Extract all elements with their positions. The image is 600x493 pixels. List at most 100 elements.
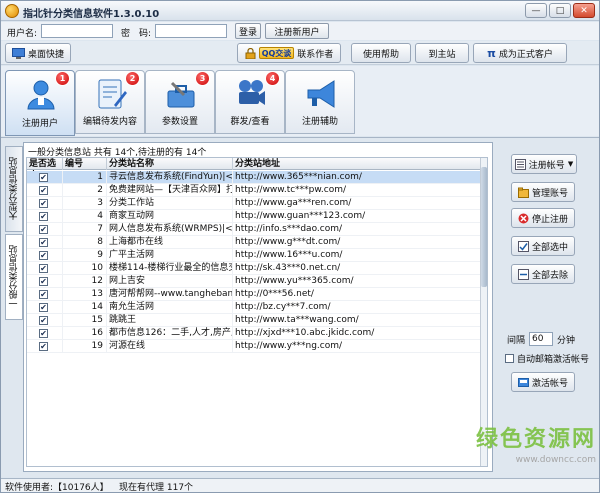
- table-row[interactable]: ✔ 10 楼梯114-楼梯行业最全的信息交流 http://sk.43***0.net…: [27, 262, 482, 275]
- table-row[interactable]: ✔ 13唐河帮帮网--www.tanghebangbanghttp://0***5…: [27, 288, 482, 301]
- pi-icon: π: [487, 46, 496, 60]
- row-checkbox-cell: ✔: [27, 262, 63, 275]
- row-checkbox[interactable]: ✔: [39, 225, 48, 234]
- row-checkbox-cell: ✔: [27, 184, 63, 197]
- vertical-scrollbar[interactable]: [480, 158, 487, 466]
- row-site-name: 网人信息发布系统(WRMPS)|<<最卷: [109, 223, 233, 236]
- table-row[interactable]: ✔ 14 南允生活网 http://bz.cy***7.com/: [27, 301, 482, 314]
- table-row[interactable]: ✔ 19 河源在线 http://www.y***ng.com/: [27, 340, 482, 353]
- contact-author-button[interactable]: QQ交谈 联系作者: [237, 43, 341, 63]
- password-input[interactable]: [155, 24, 227, 38]
- manage-account-button[interactable]: 管理账号: [511, 182, 575, 202]
- tab-register-helper[interactable]: 注册辅助: [285, 70, 355, 134]
- auto-activate-checkbox[interactable]: [505, 354, 514, 363]
- row-checkbox-cell: ✔: [27, 275, 63, 288]
- folder-icon: [517, 187, 529, 198]
- row-id: 2: [63, 184, 107, 197]
- row-checkbox[interactable]: ✔: [39, 264, 48, 273]
- row-checkbox[interactable]: ✔: [39, 173, 48, 182]
- row-site-name: 都市信息126：二手,人才,房产,免费: [107, 327, 233, 340]
- lock-icon: [245, 47, 256, 59]
- row-site-url: http://www.tc***pw.com/: [233, 184, 482, 197]
- auto-activate-row: 自动邮箱激活帐号: [505, 352, 589, 365]
- header-url[interactable]: 分类站地址: [233, 158, 482, 170]
- row-checkbox[interactable]: ✔: [39, 277, 48, 286]
- row-checkbox-cell: ✔: [27, 197, 63, 210]
- register-new-user-button[interactable]: 注册新用户: [265, 23, 329, 39]
- row-checkbox[interactable]: ✔: [39, 290, 48, 299]
- row-site-name: 分类工作站: [107, 197, 233, 210]
- main-tab-strip: 1 注册用户 2 编辑待发内容 3 参数设置 4 群发/查看 注册辅助: [1, 66, 599, 136]
- row-checkbox[interactable]: ✔: [39, 316, 48, 325]
- tab-settings[interactable]: 3 参数设置: [145, 70, 215, 134]
- header-name[interactable]: 分类站名称: [107, 158, 233, 170]
- watermark: 绿色资源网 www.downcc.com: [456, 421, 596, 465]
- row-id: 9: [63, 249, 107, 262]
- register-account-button[interactable]: 注册帐号 ▼: [511, 154, 577, 174]
- tab-edit-content[interactable]: 2 编辑待发内容: [75, 70, 145, 134]
- row-site-name: 唐河帮帮网--www.tanghebangbang: [109, 288, 233, 301]
- row-id: 8: [63, 236, 107, 249]
- row-checkbox[interactable]: ✔: [39, 342, 48, 351]
- login-row: 用户名: 密 码: 登录 注册新用户: [1, 22, 599, 40]
- close-button[interactable]: ✕: [573, 3, 595, 18]
- go-main-site-button[interactable]: 到主站: [415, 43, 469, 63]
- login-button[interactable]: 登录: [235, 23, 261, 39]
- vtab-large-sites[interactable]: 大型分类信息站: [5, 146, 23, 232]
- table-row[interactable]: ✔ 4 商家互动网 http://www.guan***123.com/: [27, 210, 482, 223]
- row-checkbox[interactable]: ✔: [39, 212, 48, 221]
- row-checkbox-cell: ✔: [27, 223, 63, 236]
- title-bar[interactable]: 指北针分类信息软件1.3.0.10 — □ ✕: [1, 1, 599, 21]
- maximize-button[interactable]: □: [549, 3, 571, 18]
- become-customer-button[interactable]: π 成为正式客户: [473, 43, 567, 63]
- watermark-sub: www.downcc.com: [515, 455, 596, 465]
- vtab-general-sites[interactable]: 一般分类信息站: [5, 234, 23, 320]
- table-row[interactable]: ✔ 8 上海都市在线 http://www.g***dt.com/: [27, 236, 482, 249]
- site-grid: 是否选中 编号 分类站名称 分类站地址 ✔ 1寻云信息发布系统(FindYun)|…: [26, 157, 488, 467]
- deselect-all-button[interactable]: 全部去除: [511, 264, 575, 284]
- row-checkbox[interactable]: ✔: [39, 251, 48, 260]
- tab-register-user[interactable]: 1 注册用户: [5, 70, 75, 136]
- row-site-name: 商家互动网: [107, 210, 233, 223]
- row-checkbox-cell: ✔: [27, 288, 63, 301]
- window-controls: — □ ✕: [525, 3, 595, 18]
- header-id[interactable]: 编号: [63, 158, 107, 170]
- tab-broadcast[interactable]: 4 群发/查看: [215, 70, 285, 134]
- desktop-shortcut-button[interactable]: 桌面快捷: [5, 43, 71, 63]
- table-row[interactable]: ✔ 2 免费建网站—【天津百众网】打造 http://www.tc***pw.com/: [27, 184, 482, 197]
- row-checkbox[interactable]: ✔: [39, 238, 48, 247]
- interval-stepper[interactable]: 60: [529, 332, 554, 346]
- table-row[interactable]: ✔ 12 网上吉安 http://www.yu***365.com/: [27, 275, 482, 288]
- username-label: 用户名:: [7, 29, 38, 39]
- row-id: 3: [63, 197, 107, 210]
- header-checked[interactable]: 是否选中: [27, 158, 63, 181]
- minimize-button[interactable]: —: [525, 3, 547, 18]
- toolbar: 桌面快捷 QQ交谈 联系作者 使用帮助 到主站 π 成为正式客户: [1, 41, 599, 65]
- table-row[interactable]: ✔ 3 分类工作站 http://www.ga***ren.com/: [27, 197, 482, 210]
- row-checkbox[interactable]: ✔: [39, 199, 48, 208]
- stop-register-label: 停止注册: [531, 214, 568, 225]
- row-checkbox[interactable]: ✔: [39, 329, 48, 338]
- password-label: 密 码:: [121, 29, 152, 39]
- row-checkbox[interactable]: ✔: [39, 303, 48, 312]
- table-row[interactable]: ✔ 9 广平主活网 http://www.16***u.com/: [27, 249, 482, 262]
- row-site-url: http://www.ta***wang.com/: [233, 314, 482, 327]
- stop-register-button[interactable]: 停止注册: [511, 208, 575, 228]
- table-row[interactable]: ✔ 7网人信息发布系统(WRMPS)|<<最卷http://info.s***da…: [27, 223, 482, 236]
- activate-account-button[interactable]: 激活帐号: [511, 372, 575, 392]
- table-row[interactable]: ✔ 16都市信息126：二手,人才,房产,免费http://xjxd***10.a…: [27, 327, 482, 340]
- scrollbar-thumb[interactable]: [481, 167, 487, 287]
- register-account-label: 注册帐号: [528, 160, 565, 171]
- row-site-url: http://www.365***nian.com/: [233, 171, 482, 184]
- table-row[interactable]: ✔ 15 跳跳王 http://www.ta***wang.com/: [27, 314, 482, 327]
- username-input[interactable]: [41, 24, 113, 38]
- row-id: 4: [63, 210, 107, 223]
- help-button[interactable]: 使用帮助: [351, 43, 411, 63]
- select-all-button[interactable]: 全部选中: [511, 236, 575, 256]
- row-site-name: 跳跳王: [107, 314, 233, 327]
- row-checkbox-cell: ✔: [27, 236, 63, 249]
- contact-author-label: 联系作者: [297, 49, 334, 60]
- table-row[interactable]: ✔ 1寻云信息发布系统(FindYun)|<<最卷http://www.365**…: [27, 171, 482, 184]
- row-checkbox-cell: ✔: [27, 314, 63, 327]
- row-checkbox[interactable]: ✔: [39, 186, 48, 195]
